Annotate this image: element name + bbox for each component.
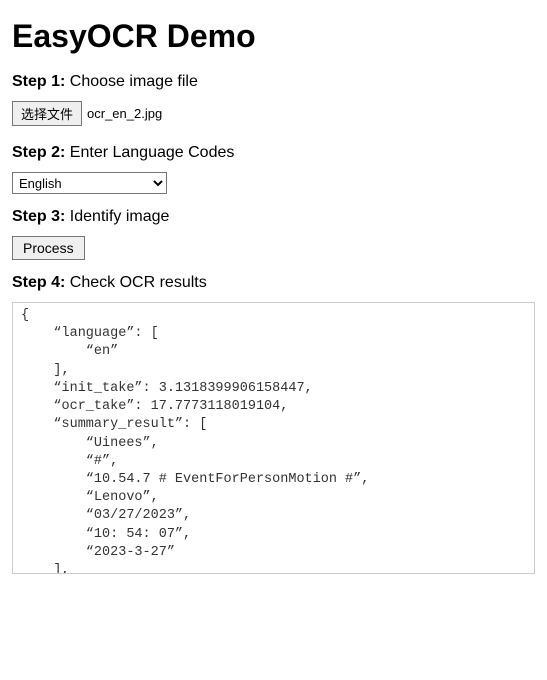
file-input[interactable]: 选择文件 ocr_en_2.jpg [12, 101, 162, 126]
step-2-heading: Step 2: Enter Language Codes [12, 144, 535, 162]
step-3-label: Step 3: [12, 208, 65, 225]
choose-file-button[interactable]: 选择文件 [12, 101, 82, 126]
step-4-label: Step 4: [12, 274, 65, 291]
results-output[interactable]: { “language”: [ “en” ], “init_take”: 3.1… [12, 302, 535, 574]
language-select[interactable]: English [12, 172, 167, 194]
results-json: { “language”: [ “en” ], “init_take”: 3.1… [21, 307, 526, 574]
step-3-text: Identify image [70, 208, 170, 225]
step-1-text: Choose image file [70, 73, 198, 90]
step-2-label: Step 2: [12, 144, 65, 161]
step-4-text: Check OCR results [70, 274, 207, 291]
step-4-heading: Step 4: Check OCR results [12, 274, 535, 292]
step-3-heading: Step 3: Identify image [12, 208, 535, 226]
chosen-file-name: ocr_en_2.jpg [87, 106, 162, 121]
page-title: EasyOCR Demo [12, 18, 535, 55]
step-2-text: Enter Language Codes [70, 144, 235, 161]
step-1-label: Step 1: [12, 73, 65, 90]
process-button[interactable]: Process [12, 236, 85, 260]
step-1-heading: Step 1: Choose image file [12, 73, 535, 91]
